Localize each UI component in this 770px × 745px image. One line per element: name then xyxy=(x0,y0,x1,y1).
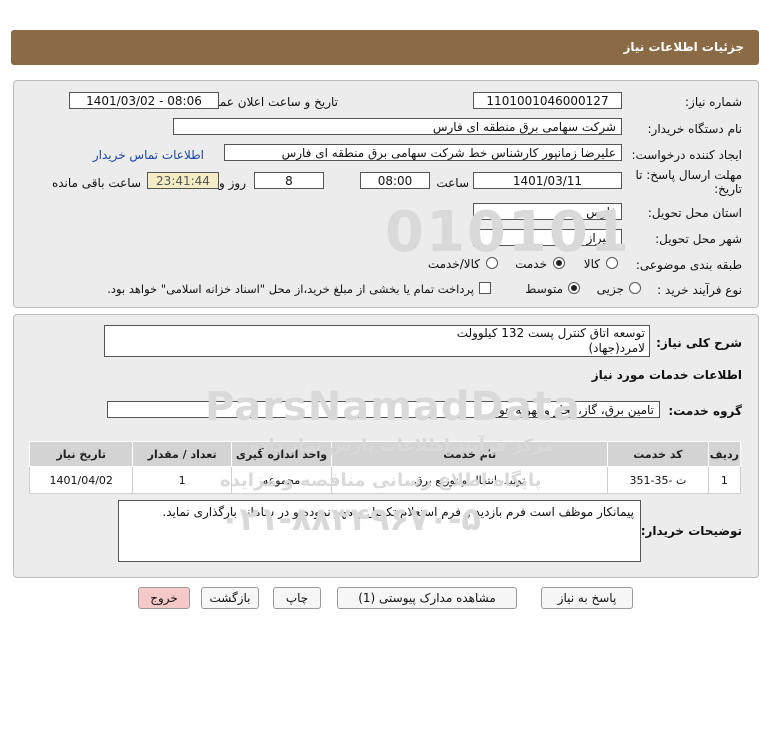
exit-button[interactable]: خروج xyxy=(138,587,190,609)
service-group-label: گروه خدمت: xyxy=(668,404,742,418)
process-radio-medium[interactable] xyxy=(568,282,580,294)
days-remaining-field: 8 xyxy=(254,172,324,189)
col-need-date: تاریخ نیاز xyxy=(28,441,134,467)
page-title: جزئیات اطلاعات نیاز xyxy=(623,40,744,54)
creator-label: ایجاد کننده درخواست: xyxy=(631,148,742,162)
reply-button[interactable]: پاسخ به نیاز xyxy=(541,587,633,609)
col-row: ردیف xyxy=(707,441,742,467)
cell-service-name: تولید، انتقال و توزیع برق xyxy=(331,466,609,494)
creator-field: علیرضا زمانپور کارشناس خط شرکت سهامی برق… xyxy=(224,144,622,161)
deadline-label-date: تاریخ: xyxy=(714,182,742,196)
deadline-time-field: 08:00 xyxy=(360,172,430,189)
summary-field: توسعه اتاق کنترل پست 132 کیلوولت لامرد(ج… xyxy=(104,325,650,357)
days-label: روز و xyxy=(219,176,246,190)
back-button[interactable]: بازگشت xyxy=(201,587,259,609)
print-button[interactable]: چاپ xyxy=(273,587,321,609)
buyer-notes-label: توضیحات خریدار: xyxy=(640,524,742,538)
category-radio-service[interactable] xyxy=(553,257,565,269)
cell-service-code: ت -35-351 xyxy=(607,466,709,494)
need-number-label: شماره نیاز: xyxy=(685,95,742,109)
province-label: استان محل تحویل: xyxy=(647,206,742,220)
process-label: نوع فرآیند خرید : xyxy=(657,283,742,297)
service-group-field: تامین برق، گاز، بخار و تهویه هوا xyxy=(107,401,660,418)
cell-unit: مجموعه xyxy=(230,466,333,494)
table-row: 1 ت -35-351 تولید، انتقال و توزیع برق مج… xyxy=(28,466,742,494)
buyer-field: شرکت سهامی برق منطقه ای فارس xyxy=(173,118,622,135)
col-service-code: کد خدمت xyxy=(607,441,709,467)
treasury-payment-note: پرداخت تمام یا بخشی از مبلغ خرید،از محل … xyxy=(107,282,474,296)
col-service-name: نام خدمت xyxy=(331,441,609,467)
remaining-time-field: 23:41:44 xyxy=(147,172,219,189)
need-info-panel xyxy=(13,80,759,308)
service-table-header: ردیف کد خدمت نام خدمت واحد اندازه گیری ت… xyxy=(28,441,742,467)
deadline-label: مهلت ارسال پاسخ: تا xyxy=(635,168,742,182)
category-option-service: خدمت xyxy=(515,257,547,271)
view-attachments-button[interactable]: مشاهده مدارک پیوستی (1) xyxy=(337,587,517,609)
category-radio-goods[interactable] xyxy=(606,257,618,269)
buyer-notes-field: پیمانکار موظف است فرم بازدید و فرم استعل… xyxy=(118,500,641,562)
service-table: ردیف کد خدمت نام خدمت واحد اندازه گیری ت… xyxy=(28,441,742,494)
category-option-goods-service: کالا/خدمت xyxy=(427,257,480,271)
process-radio-minor[interactable] xyxy=(629,282,641,294)
deadline-date-field: 1401/03/11 xyxy=(473,172,622,189)
province-field: فارس xyxy=(473,203,622,220)
col-quantity: تعداد / مقدار xyxy=(132,441,232,467)
cell-row: 1 xyxy=(707,466,742,494)
services-heading: اطلاعات خدمات مورد نیاز xyxy=(591,368,742,382)
cell-quantity: 1 xyxy=(132,466,232,494)
process-option-medium: متوسط xyxy=(525,282,563,296)
summary-label: شرح کلی نیاز: xyxy=(656,336,742,350)
col-unit: واحد اندازه گیری xyxy=(230,441,333,467)
cell-need-date: 1401/04/02 xyxy=(28,466,134,494)
buyer-contact-link[interactable]: اطلاعات تماس خریدار xyxy=(93,148,204,162)
summary-line-2: لامرد(جهاد) xyxy=(588,341,645,355)
page-header: جزئیات اطلاعات نیاز xyxy=(11,30,759,65)
treasury-payment-checkbox[interactable] xyxy=(479,282,491,294)
city-field: شیراز xyxy=(473,229,622,246)
category-radio-goods-service[interactable] xyxy=(486,257,498,269)
need-number-field: 1101001046000127 xyxy=(473,92,622,109)
category-option-goods: کالا xyxy=(583,257,600,271)
buyer-label: نام دستگاه خریدار: xyxy=(647,122,743,136)
announce-field: 1401/03/02 - 08:06 xyxy=(69,92,219,109)
category-label: طبقه بندی موضوعی: xyxy=(635,258,742,272)
remaining-time-label: ساعت باقی مانده xyxy=(51,176,141,190)
process-option-minor: جزیی xyxy=(596,282,624,296)
deadline-time-label: ساعت xyxy=(436,176,469,190)
city-label: شهر محل تحویل: xyxy=(655,232,742,246)
summary-line-1: توسعه اتاق کنترل پست 132 کیلوولت xyxy=(456,326,645,340)
